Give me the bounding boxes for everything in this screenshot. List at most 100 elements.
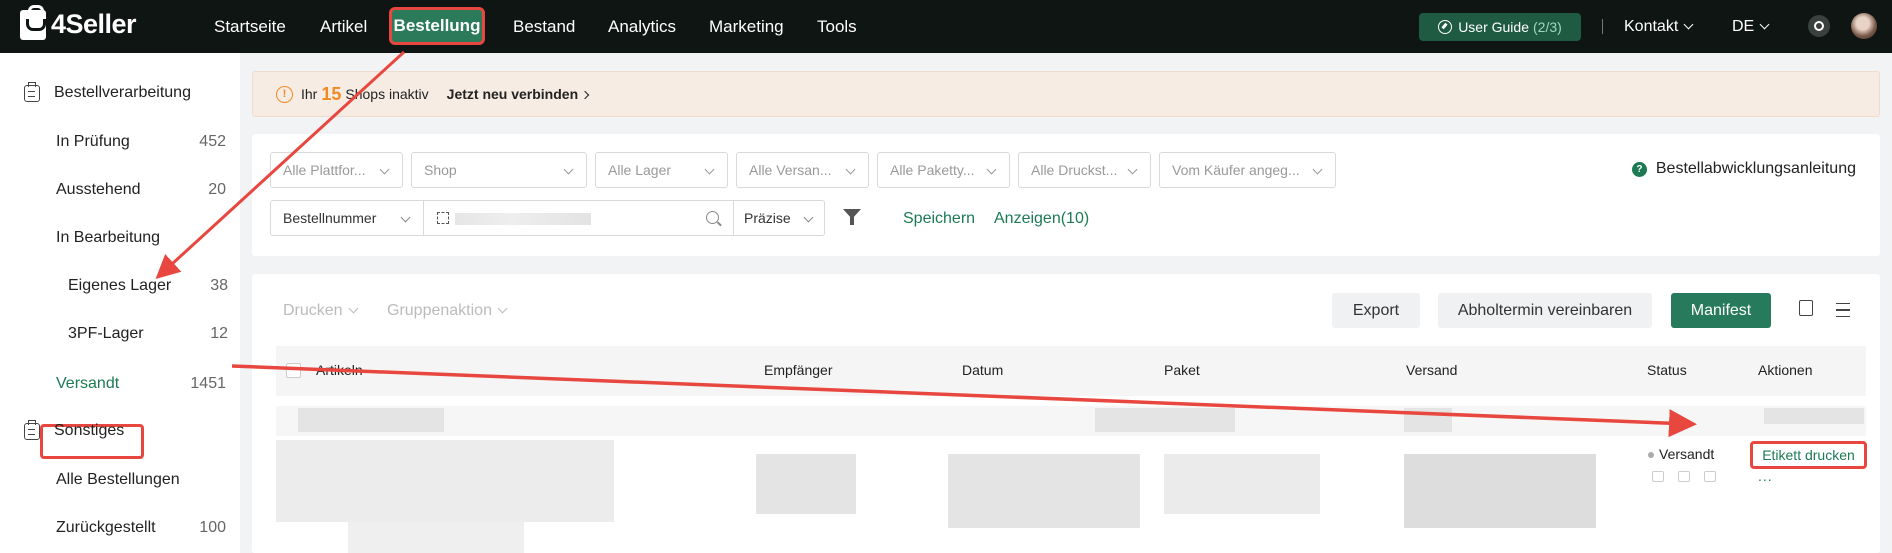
- package-type-select[interactable]: Alle Paketty...: [877, 152, 1010, 188]
- shop-select[interactable]: Shop: [411, 152, 587, 188]
- shipping-select[interactable]: Alle Versan...: [736, 152, 869, 188]
- chevron-down-icon: [348, 303, 359, 314]
- chevron-down-icon: [563, 164, 574, 175]
- shopping-bag-icon: [20, 4, 46, 40]
- label-icon[interactable]: [1704, 471, 1716, 482]
- nav-bestand[interactable]: Bestand: [513, 0, 575, 53]
- sidebar-item-zurueckgestellt[interactable]: Zurückgestellt: [56, 519, 156, 537]
- language-dropdown[interactable]: DE: [1732, 0, 1770, 53]
- nav-marketing[interactable]: Marketing: [709, 0, 784, 53]
- package-type-select-value: Alle Paketty...: [890, 162, 975, 178]
- contact-dropdown[interactable]: Kontakt: [1624, 0, 1694, 53]
- sidebar-group-label: Bestellverarbeitung: [54, 84, 191, 101]
- show-filters-link[interactable]: Anzeigen(10): [994, 210, 1089, 228]
- print-dropdown-label: Drucken: [283, 302, 343, 319]
- redacted-cell: [276, 440, 614, 522]
- top-navigation-bar: 4Seller Startseite Artikel Bestellung Be…: [0, 0, 1892, 53]
- settings-gear-icon[interactable]: [1808, 15, 1830, 37]
- chevron-down-icon: [1312, 164, 1323, 175]
- user-guide-button[interactable]: User Guide (2/3): [1419, 13, 1581, 41]
- warehouse-select[interactable]: Alle Lager: [595, 152, 728, 188]
- buyer-specified-select[interactable]: Vom Käufer angeg...: [1159, 152, 1336, 188]
- platform-select[interactable]: Alle Plattfor...: [270, 152, 403, 188]
- print-label-link[interactable]: Etikett drucken: [1750, 441, 1867, 469]
- order-guide-label: Bestellabwicklungsanleitung: [1655, 160, 1856, 177]
- schedule-pickup-button[interactable]: Abholtermin vereinbaren: [1438, 293, 1652, 328]
- chevron-down-icon: [986, 164, 997, 175]
- search-input[interactable]: [423, 200, 734, 236]
- save-filter-link[interactable]: Speichern: [903, 210, 975, 228]
- warning-icon: !: [276, 85, 293, 103]
- chevron-down-icon: [1683, 19, 1694, 30]
- clipboard-icon: [24, 81, 40, 102]
- redacted-cell: [298, 408, 444, 432]
- sidebar-item-alle-bestellungen[interactable]: Alle Bestellungen: [56, 471, 180, 489]
- sidebar-item-eigenes-lager[interactable]: Eigenes Lager: [68, 277, 171, 295]
- print-status-select[interactable]: Alle Druckst...: [1018, 152, 1151, 188]
- nav-analytics[interactable]: Analytics: [608, 0, 676, 53]
- language-label: DE: [1732, 18, 1755, 35]
- scan-icon: [437, 212, 449, 224]
- redacted-cell: [348, 522, 524, 553]
- match-mode-select[interactable]: Präzise: [733, 200, 825, 236]
- document-icon[interactable]: [1652, 471, 1664, 482]
- sidebar-group-bestellverarbeitung[interactable]: Bestellverarbeitung: [24, 81, 191, 102]
- sidebar-count-zurueckgestellt: 100: [199, 519, 226, 536]
- select-all-checkbox[interactable]: [286, 363, 301, 378]
- notice-count: 15: [321, 83, 342, 104]
- nav-tools[interactable]: Tools: [817, 0, 857, 53]
- inactive-shops-notice: ! Ihr 15 Shops inaktiv Jetzt neu verbind…: [252, 71, 1880, 117]
- compass-icon: [1438, 20, 1453, 34]
- sidebar-item-in-bearbeitung[interactable]: In Bearbeitung: [56, 229, 160, 247]
- redacted-cell: [1095, 408, 1235, 432]
- search-type-select[interactable]: Bestellnummer: [270, 200, 424, 236]
- sidebar-count-versandt: 1451: [190, 375, 226, 392]
- chevron-down-icon: [379, 164, 390, 175]
- sidebar-count-eigenes-lager: 38: [210, 277, 228, 294]
- chevron-down-icon: [1759, 19, 1770, 30]
- sidebar-item-versandt[interactable]: Versandt: [56, 375, 119, 393]
- brand-logo[interactable]: 4Seller: [20, 4, 137, 40]
- print-settings-icon[interactable]: [1799, 300, 1813, 316]
- column-settings-icon[interactable]: [1836, 303, 1850, 317]
- sidebar-count-in-pruefung: 452: [199, 133, 226, 150]
- more-actions-link[interactable]: ...: [1758, 468, 1773, 484]
- package-icon[interactable]: [1678, 471, 1690, 482]
- order-guide-link[interactable]: ? Bestellabwicklungsanleitung: [1631, 160, 1856, 178]
- row-background: [276, 406, 1866, 436]
- notice-suffix: Shops inaktiv: [345, 86, 429, 102]
- sidebar-item-ausstehend[interactable]: Ausstehend: [56, 181, 141, 199]
- sidebar-count-ausstehend: 20: [208, 181, 226, 198]
- export-button[interactable]: Export: [1332, 293, 1420, 328]
- redacted-cell: [1404, 408, 1452, 432]
- print-dropdown[interactable]: Drucken: [283, 302, 359, 320]
- nav-bestellung[interactable]: Bestellung: [389, 7, 485, 45]
- filter-icon[interactable]: [843, 209, 861, 225]
- header-paket: Paket: [1164, 362, 1200, 378]
- header-versand: Versand: [1406, 362, 1458, 378]
- header-aktionen: Aktionen: [1758, 362, 1813, 378]
- manifest-button[interactable]: Manifest: [1671, 293, 1771, 328]
- filter-panel: Alle Plattfor... Shop Alle Lager Alle Ve…: [252, 134, 1880, 256]
- user-avatar[interactable]: [1851, 13, 1877, 39]
- buyer-specified-select-value: Vom Käufer angeg...: [1172, 162, 1300, 178]
- nav-artikel[interactable]: Artikel: [320, 0, 367, 53]
- sidebar-group-sonstiges[interactable]: Sonstiges: [24, 419, 125, 440]
- bulk-action-label: Gruppenaktion: [387, 302, 492, 319]
- chevron-down-icon: [400, 212, 411, 223]
- header-artikeln: Artikeln: [316, 362, 363, 378]
- redacted-cell: [1404, 454, 1596, 528]
- reconnect-link[interactable]: Jetzt neu verbinden: [447, 86, 590, 102]
- redacted-cell: [1764, 408, 1864, 424]
- sidebar: Bestellverarbeitung In Prüfung 452 Ausst…: [0, 53, 240, 553]
- bulk-action-dropdown[interactable]: Gruppenaktion: [387, 302, 508, 320]
- sidebar-item-in-pruefung[interactable]: In Prüfung: [56, 133, 130, 151]
- search-icon[interactable]: [706, 211, 719, 224]
- nav-startseite[interactable]: Startseite: [214, 0, 286, 53]
- sidebar-item-3pf-lager[interactable]: 3PF-Lager: [68, 325, 144, 343]
- sidebar-group-label: Sonstiges: [54, 422, 125, 439]
- row-status: Versandt: [1659, 446, 1715, 462]
- header-status: Status: [1647, 362, 1687, 378]
- chevron-down-icon: [704, 164, 715, 175]
- chevron-down-icon: [803, 212, 814, 223]
